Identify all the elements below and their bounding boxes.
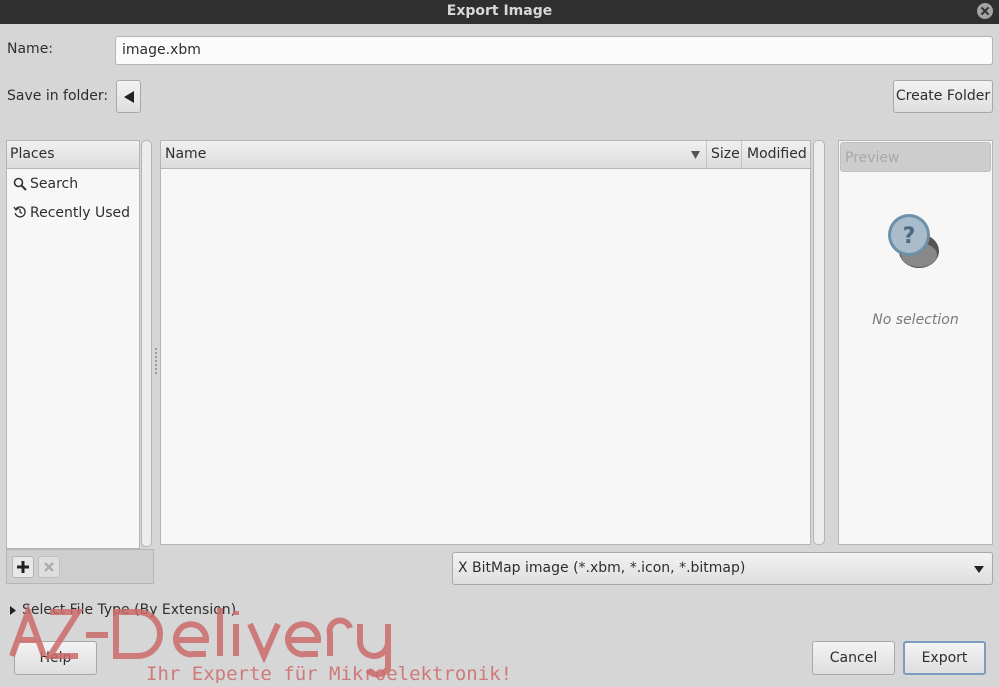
file-type-select[interactable]: X BitMap image (*.xbm, *.icon, *.bitmap) xyxy=(452,552,993,585)
expander-arrow-icon xyxy=(10,606,16,615)
column-name[interactable]: Name xyxy=(161,141,707,168)
window-title: Export Image xyxy=(446,3,553,19)
column-modified[interactable]: Modified xyxy=(743,141,810,168)
sidebar-item-search[interactable]: Search xyxy=(11,172,139,196)
chevron-down-icon xyxy=(974,566,984,573)
svg-text:?: ? xyxy=(903,224,916,249)
sidebar-item-label: Search xyxy=(30,176,79,192)
folder-back-button[interactable] xyxy=(116,80,141,113)
column-size[interactable]: Size xyxy=(708,141,742,168)
watermark-tagline: Ihr Experte für Mikroelektronik! xyxy=(146,663,512,683)
remove-icon xyxy=(44,562,54,572)
gimp-help-icon: ? xyxy=(888,214,939,268)
title-bar: Export Image xyxy=(0,0,999,24)
name-label: Name: xyxy=(7,41,54,57)
places-pane: Places Search Recently Used xyxy=(6,140,140,549)
cancel-button[interactable]: Cancel xyxy=(812,641,895,675)
sidebar-item-label: Recently Used xyxy=(30,205,131,221)
no-selection-text: No selection xyxy=(872,312,959,328)
close-icon[interactable] xyxy=(977,3,993,19)
triangle-left-icon xyxy=(124,91,134,103)
select-file-type-label: Select File Type (By Extension) xyxy=(22,602,237,618)
sort-descending-icon xyxy=(691,151,700,159)
file-list[interactable]: Name Size Modified xyxy=(160,140,811,545)
file-list-header: Name Size Modified xyxy=(161,141,810,169)
create-folder-button[interactable]: Create Folder xyxy=(893,80,993,113)
search-icon xyxy=(13,172,29,199)
places-header: Places xyxy=(7,141,139,169)
save-in-folder-label: Save in folder: xyxy=(7,88,109,104)
places-scrollbar[interactable] xyxy=(141,140,152,547)
preview-header: Preview xyxy=(840,142,991,172)
pane-resize-handle[interactable] xyxy=(155,348,158,374)
help-button[interactable]: Help xyxy=(14,641,97,675)
remove-bookmark-button[interactable] xyxy=(38,556,60,578)
places-toolbar xyxy=(6,549,154,584)
file-type-value: X BitMap image (*.xbm, *.icon, *.bitmap) xyxy=(458,560,746,576)
add-bookmark-button[interactable] xyxy=(12,556,34,578)
column-name-label: Name xyxy=(165,146,207,162)
preview-pane: Preview ? No selection xyxy=(838,140,993,545)
plus-icon xyxy=(17,561,29,573)
filename-input[interactable]: image.xbm xyxy=(115,36,993,65)
sidebar-item-recently-used[interactable]: Recently Used xyxy=(11,201,139,225)
file-list-scrollbar[interactable] xyxy=(813,140,825,545)
export-button[interactable]: Export xyxy=(903,641,986,675)
recent-icon xyxy=(13,201,29,227)
